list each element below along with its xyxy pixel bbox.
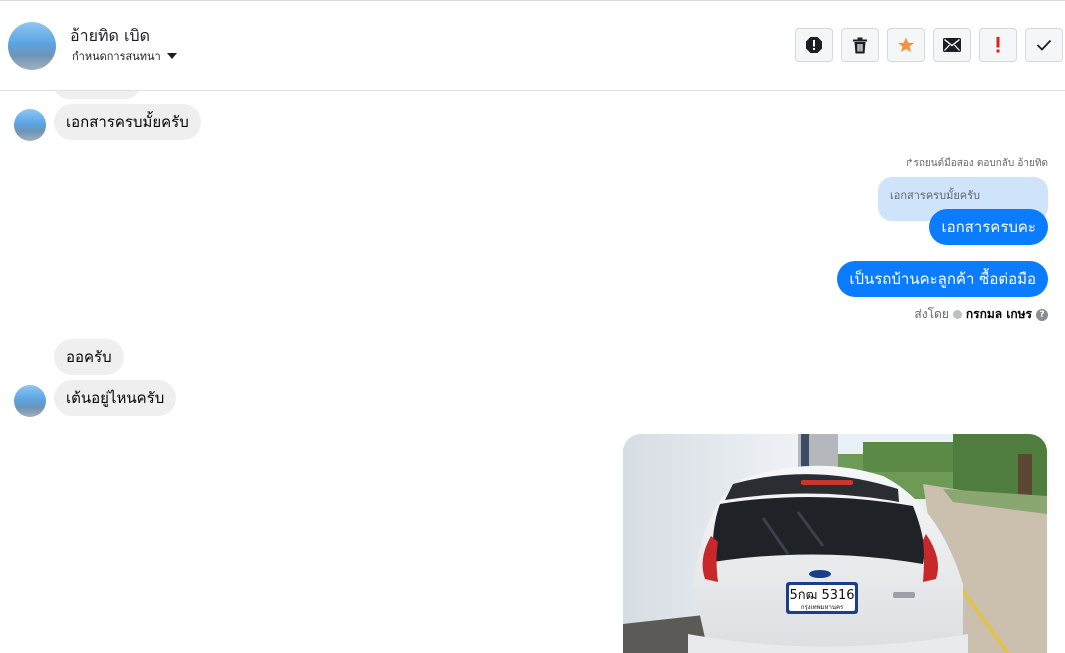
sent-by-info: ส่งโดย กรกมล เกษร ? (914, 305, 1048, 324)
assign-conversation-label: กำหนดการสนทนา (72, 50, 161, 63)
mark-unread-button[interactable] (933, 28, 971, 62)
star-icon (898, 37, 914, 53)
caret-down-icon (166, 53, 177, 59)
reply-context: ↱รถยนต์มือสอง ตอบกลับ อ้ายทิด (905, 156, 1048, 171)
trash-icon (853, 37, 867, 53)
car-photo: 5กฒ 5316 กรุงเทพมหานคร (623, 434, 1047, 653)
report-spam-icon (806, 37, 822, 53)
mark-done-button[interactable] (1025, 28, 1063, 62)
flag-important-button[interactable] (979, 28, 1017, 62)
assign-conversation-dropdown[interactable]: กำหนดการสนทนา (72, 47, 177, 65)
header-actions (795, 28, 1063, 62)
plate-number: 5กฒ 5316 (789, 588, 854, 603)
conversation-header: อ้ายทิด เบิด กำหนดการสนทนา (0, 1, 1065, 91)
incoming-message[interactable]: ออครับ (54, 339, 124, 375)
car-photo-attachment[interactable]: 5กฒ 5316 กรุงเทพมหานคร (623, 434, 1047, 653)
report-spam-button[interactable] (795, 28, 833, 62)
sent-by-name[interactable]: กรกมล เกษร (966, 305, 1032, 324)
plate-province: กรุงเทพมหานคร (801, 604, 844, 611)
envelope-icon (943, 38, 961, 52)
delete-button[interactable] (841, 28, 879, 62)
sender-avatar[interactable] (14, 385, 46, 417)
star-button[interactable] (887, 28, 925, 62)
partial-incoming-bubble (54, 91, 140, 99)
outgoing-message[interactable]: เป็นรถบ้านคะลูกค้า ซื้อต่อมือ (837, 261, 1048, 297)
reply-context-text: รถยนต์มือสอง ตอบกลับ อ้ายทิด (913, 158, 1048, 169)
incoming-message[interactable]: เต้นอยู่ไหนครับ (54, 380, 177, 416)
sender-avatar[interactable] (14, 109, 46, 141)
contact-name[interactable]: อ้ายทิด เบิด (70, 24, 150, 49)
message-thread[interactable]: เอกสารครบมั้ยครับ ↱รถยนต์มือสอง ตอบกลับ … (0, 91, 1065, 653)
incoming-message[interactable]: เอกสารครบมั้ยครับ (54, 104, 201, 140)
contact-avatar[interactable] (8, 22, 56, 70)
outgoing-message[interactable]: เอกสารครบคะ (929, 209, 1048, 245)
check-icon (1036, 39, 1052, 51)
help-icon[interactable]: ? (1036, 308, 1048, 321)
verified-dot-icon (952, 310, 962, 319)
sent-by-prefix: ส่งโดย (914, 307, 949, 321)
exclamation-icon (996, 37, 1000, 53)
